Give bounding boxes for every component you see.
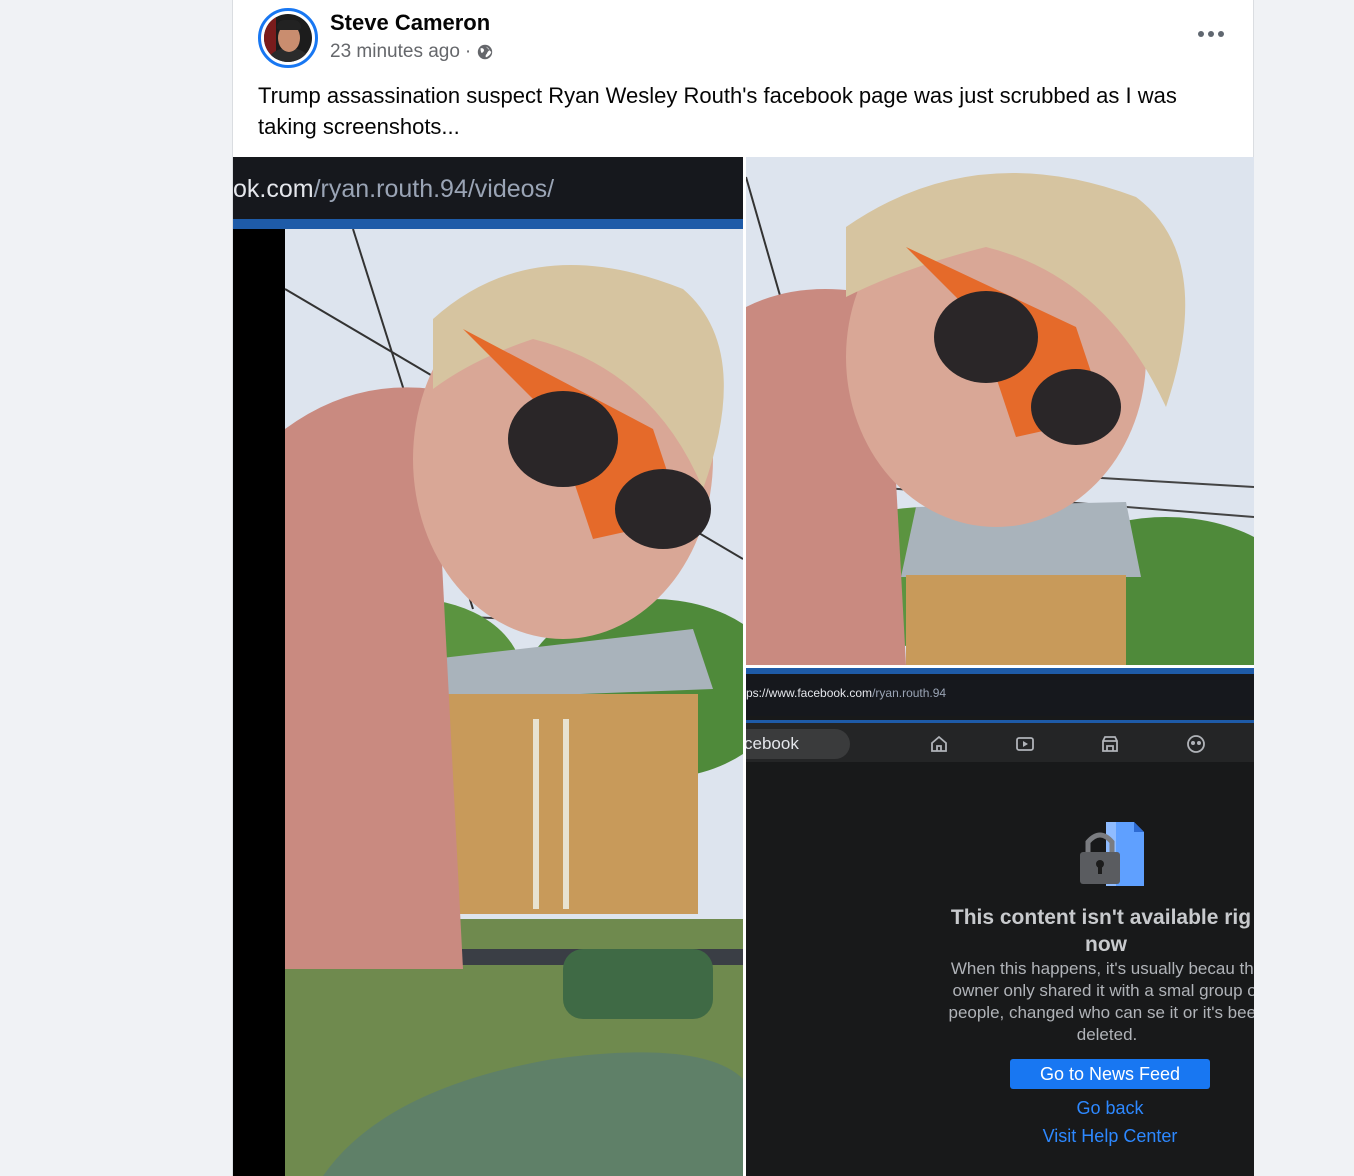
post-meta: 23 minutes ago · [330, 41, 494, 63]
go-back-link[interactable]: Go back [1010, 1098, 1210, 1119]
url-text: ok.com/ryan.routh.94/videos/ [233, 175, 555, 203]
photo-2[interactable] [746, 157, 1254, 665]
home-icon [931, 735, 947, 752]
facebook-nav-bar: cebook [746, 720, 1254, 762]
post-card: Steve Cameron 23 minutes ago · Trump ass… [232, 0, 1254, 1176]
closeup-image [746, 157, 1254, 665]
error-title: This content isn't available rig now [950, 906, 1252, 956]
error-description: When this happens, it's usually becau th… [948, 959, 1254, 1044]
post-caption: Trump assassination suspect Ryan Wesley … [258, 83, 1177, 139]
go-to-news-feed-button[interactable]: Go to News Feed [1010, 1059, 1210, 1089]
marketplace-icon [1102, 736, 1118, 752]
browser-url-bar: ok.com/ryan.routh.94/videos/ [233, 157, 743, 219]
globe-icon [478, 44, 493, 60]
photo-3[interactable]: ps://www.facebook.com/ryan.routh.94 cebo… [746, 668, 1254, 1176]
author-name[interactable]: Steve Cameron [330, 10, 490, 36]
post-timestamp[interactable]: 23 minutes ago [330, 41, 460, 63]
avatar-photo [264, 14, 312, 62]
selfie-image [233, 229, 743, 1176]
visit-help-center-link[interactable]: Visit Help Center [1010, 1126, 1210, 1147]
author-avatar[interactable] [258, 8, 318, 68]
groups-icon [1187, 735, 1205, 753]
more-horizontal-icon [1198, 31, 1204, 37]
photo-1[interactable]: ok.com/ryan.routh.94/videos/ [233, 157, 743, 1176]
browser-url-bar: ps://www.facebook.com/ryan.routh.94 [746, 668, 1254, 716]
search-field: cebook [746, 729, 850, 759]
video-icon [1016, 737, 1034, 751]
url-text: ps://www.facebook.com/ryan.routh.94 [746, 686, 947, 700]
photo-grid: ok.com/ryan.routh.94/videos/ ps://www.fa… [233, 157, 1254, 1176]
lock-icon [1080, 822, 1144, 886]
meta-separator: · [464, 41, 472, 62]
more-options-button[interactable] [1193, 22, 1229, 46]
